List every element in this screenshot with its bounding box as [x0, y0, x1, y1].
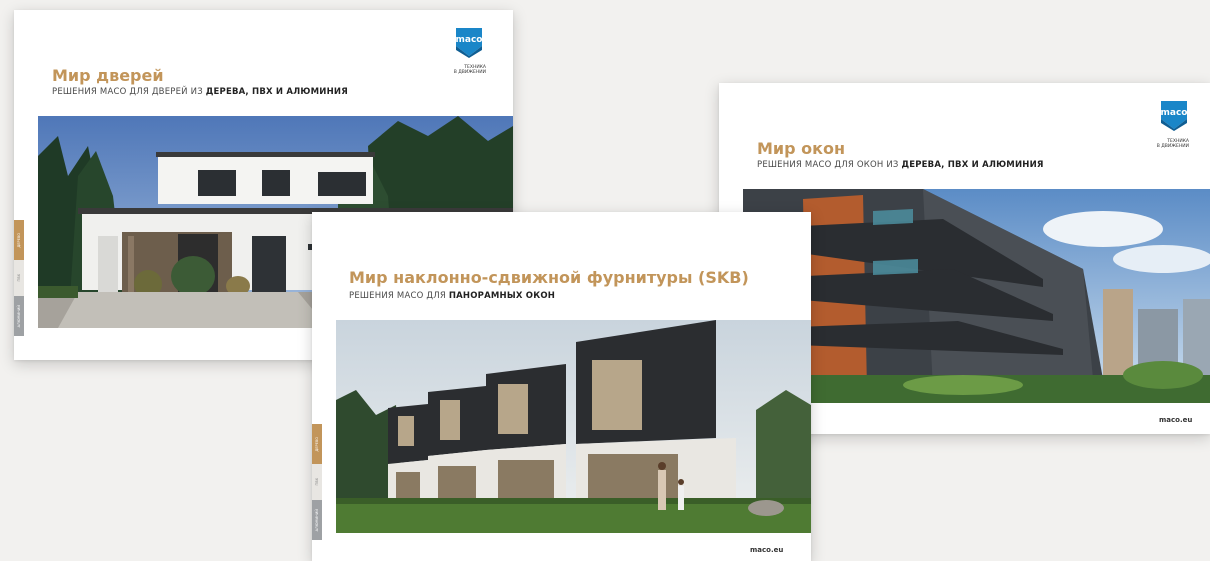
doors-tab-aluminium[interactable]: АЛЮМИНИЙ [14, 296, 24, 336]
windows-brochure-title: Мир окон [757, 139, 846, 158]
windows-brochure-subtitle: РЕШЕНИЯ МАСО ДЛЯ ОКОН ИЗ ДЕРЕВА, ПВХ И А… [757, 160, 1044, 170]
doors-tab-pvc[interactable]: ПВХ [14, 260, 24, 296]
windows-apartment-photo [743, 189, 1210, 403]
skb-townhouse-photo [336, 320, 811, 533]
doors-logo-text: maco [456, 35, 483, 45]
doors-subtitle-bold: ДЕРЕВА, ПВХ И АЛЮМИНИЯ [205, 87, 348, 97]
doors-tab-wood[interactable]: ДЕРЕВО [14, 220, 24, 260]
windows-subtitle-bold: ДЕРЕВА, ПВХ И АЛЮМИНИЯ [901, 160, 1044, 170]
skb-tab-pvc[interactable]: ПВХ [312, 464, 322, 500]
doors-brochure-title: Мир дверей [52, 66, 164, 85]
skb-tab-wood[interactable]: ДЕРЕВО [312, 424, 322, 464]
windows-footer-url[interactable]: maco.eu [1159, 416, 1192, 424]
windows-logo-tagline: ТЕХНИКА В ДВИЖЕНИИ [1155, 139, 1189, 149]
windows-subtitle-prefix: РЕШЕНИЯ МАСО ДЛЯ ОКОН ИЗ [757, 160, 902, 170]
doors-subtitle-prefix: РЕШЕНИЯ МАСО ДЛЯ ДВЕРЕЙ ИЗ [52, 87, 206, 97]
maco-logo-icon: maco [1161, 101, 1188, 131]
windows-logo-tag-line2: В ДВИЖЕНИИ [1156, 144, 1189, 149]
doors-material-tabs: ДЕРЕВО ПВХ АЛЮМИНИЙ [14, 220, 24, 336]
doors-logo-tag-line2: В ДВИЖЕНИИ [453, 70, 486, 75]
maco-logo-icon: maco [456, 28, 483, 58]
skb-subtitle-bold: ПАНОРАМНЫХ ОКОН [448, 291, 556, 301]
doors-logo-tagline: ТЕХНИКА В ДВИЖЕНИИ [452, 65, 486, 75]
skb-tab-aluminium[interactable]: АЛЮМИНИЙ [312, 500, 322, 540]
skb-brochure-card[interactable]: Мир наклонно-сдвижной фурнитуры (SKB) РЕ… [312, 212, 811, 561]
doors-brochure-subtitle: РЕШЕНИЯ МАСО ДЛЯ ДВЕРЕЙ ИЗ ДЕРЕВА, ПВХ И… [52, 87, 348, 97]
skb-subtitle-prefix: РЕШЕНИЯ МАСО ДЛЯ [349, 291, 449, 301]
skb-material-tabs: ДЕРЕВО ПВХ АЛЮМИНИЙ [312, 424, 322, 540]
skb-brochure-subtitle: РЕШЕНИЯ МАСО ДЛЯ ПАНОРАМНЫХ ОКОН [349, 291, 555, 301]
skb-brochure-title: Мир наклонно-сдвижной фурнитуры (SKB) [349, 268, 749, 287]
skb-footer-url[interactable]: maco.eu [750, 546, 783, 554]
windows-logo-text: maco [1161, 108, 1188, 118]
